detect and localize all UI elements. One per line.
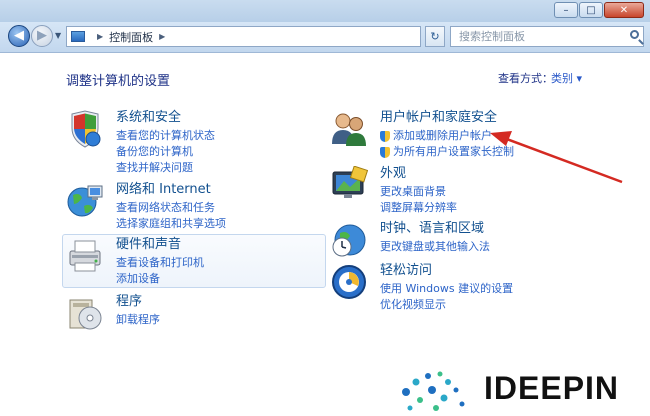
- annotation-arrow: [490, 131, 623, 184]
- watermark-logo-text: IDEEPIN: [484, 370, 620, 406]
- logo-dots-icon: [402, 371, 465, 411]
